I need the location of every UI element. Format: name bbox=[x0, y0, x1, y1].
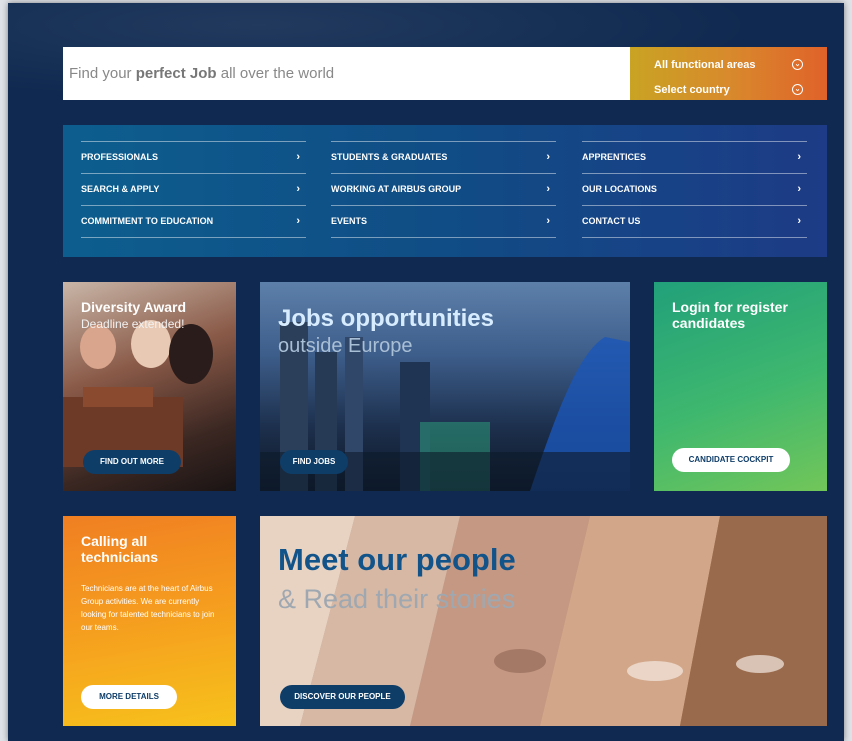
chevron-right-icon: › bbox=[296, 183, 300, 195]
chevron-right-icon: › bbox=[797, 215, 801, 227]
nav-item-commitment-education[interactable]: COMMITMENT TO EDUCATION › bbox=[81, 205, 306, 238]
country-select[interactable]: Select country ⌄ bbox=[654, 84, 803, 96]
nav-item-apprentices[interactable]: APPRENTICES › bbox=[582, 141, 807, 173]
job-search-input[interactable]: Find your perfect Job all over the world bbox=[63, 47, 630, 100]
discover-our-people-button[interactable]: DISCOVER OUR PEOPLE bbox=[280, 685, 405, 709]
technicians-tile[interactable]: Calling all technicians Technicians are … bbox=[63, 516, 236, 726]
chevron-right-icon: › bbox=[296, 151, 300, 163]
tile-subtitle: outside Europe bbox=[278, 335, 413, 357]
chevron-down-icon: ⌄ bbox=[792, 84, 803, 95]
main-navigation: PROFESSIONALS › SEARCH & APPLY › COMMITMEN… bbox=[63, 125, 827, 257]
search-placeholder: Find your perfect Job all over the world bbox=[69, 65, 335, 82]
functional-areas-select[interactable]: All functional areas ⌄ bbox=[654, 59, 803, 71]
chevron-right-icon: › bbox=[546, 215, 550, 227]
tile-title: Calling all technicians bbox=[81, 533, 159, 565]
diversity-award-tile[interactable]: Diversity Award Deadline extended! FIND … bbox=[63, 282, 236, 491]
tile-subtitle: & Read their stories bbox=[278, 584, 516, 614]
find-out-more-button[interactable]: FIND OUT MORE bbox=[83, 450, 181, 474]
tile-description: Technicians are at the heart of Airbus G… bbox=[81, 584, 215, 632]
tile-title: Login for register candidates bbox=[672, 299, 788, 331]
functional-areas-label: All functional areas bbox=[654, 59, 756, 71]
login-tile[interactable]: Login for register candidates CANDIDATE … bbox=[654, 282, 827, 491]
more-details-button[interactable]: MORE DETAILS bbox=[81, 685, 177, 709]
chevron-right-icon: › bbox=[296, 215, 300, 227]
chevron-right-icon: › bbox=[546, 151, 550, 163]
nav-column-1: PROFESSIONALS › SEARCH & APPLY › COMMITMEN… bbox=[81, 141, 306, 238]
candidate-cockpit-button[interactable]: CANDIDATE COCKPIT bbox=[672, 448, 790, 472]
tile-title: Diversity Award bbox=[81, 299, 187, 315]
nav-item-search-apply[interactable]: SEARCH & APPLY › bbox=[81, 173, 306, 205]
find-jobs-button[interactable]: FIND JOBS bbox=[280, 450, 348, 474]
chevron-right-icon: › bbox=[797, 151, 801, 163]
nav-item-working-at-airbus[interactable]: WORKING AT AIRBUS GROUP › bbox=[331, 173, 556, 205]
nav-column-2: STUDENTS & GRADUATES › WORKING AT AIRBUS … bbox=[331, 141, 556, 238]
nav-item-students-graduates[interactable]: STUDENTS & GRADUATES › bbox=[331, 141, 556, 173]
chevron-right-icon: › bbox=[546, 183, 550, 195]
tile-title: Meet our people bbox=[278, 542, 516, 577]
nav-item-contact-us[interactable]: CONTACT US › bbox=[582, 205, 807, 238]
chevron-right-icon: › bbox=[797, 183, 801, 195]
country-label: Select country bbox=[654, 84, 730, 96]
nav-item-our-locations[interactable]: OUR LOCATIONS › bbox=[582, 173, 807, 205]
tile-subtitle: Deadline extended! bbox=[81, 317, 185, 331]
page-frame: Find your perfect Job all over the world… bbox=[8, 3, 844, 741]
nav-item-events[interactable]: EVENTS › bbox=[331, 205, 556, 238]
nav-item-professionals[interactable]: PROFESSIONALS › bbox=[81, 141, 306, 173]
chevron-down-icon: ⌄ bbox=[792, 59, 803, 70]
meet-our-people-tile[interactable]: Meet our people & Read their stories DIS… bbox=[260, 516, 827, 726]
jobs-opportunities-tile[interactable]: Jobs opportunities outside Europe FIND J… bbox=[260, 282, 630, 491]
nav-column-3: APPRENTICES › OUR LOCATIONS › CONTACT US › bbox=[582, 141, 807, 238]
search-filters: All functional areas ⌄ Select country ⌄ bbox=[630, 47, 827, 100]
tile-title: Jobs opportunities bbox=[278, 305, 494, 332]
